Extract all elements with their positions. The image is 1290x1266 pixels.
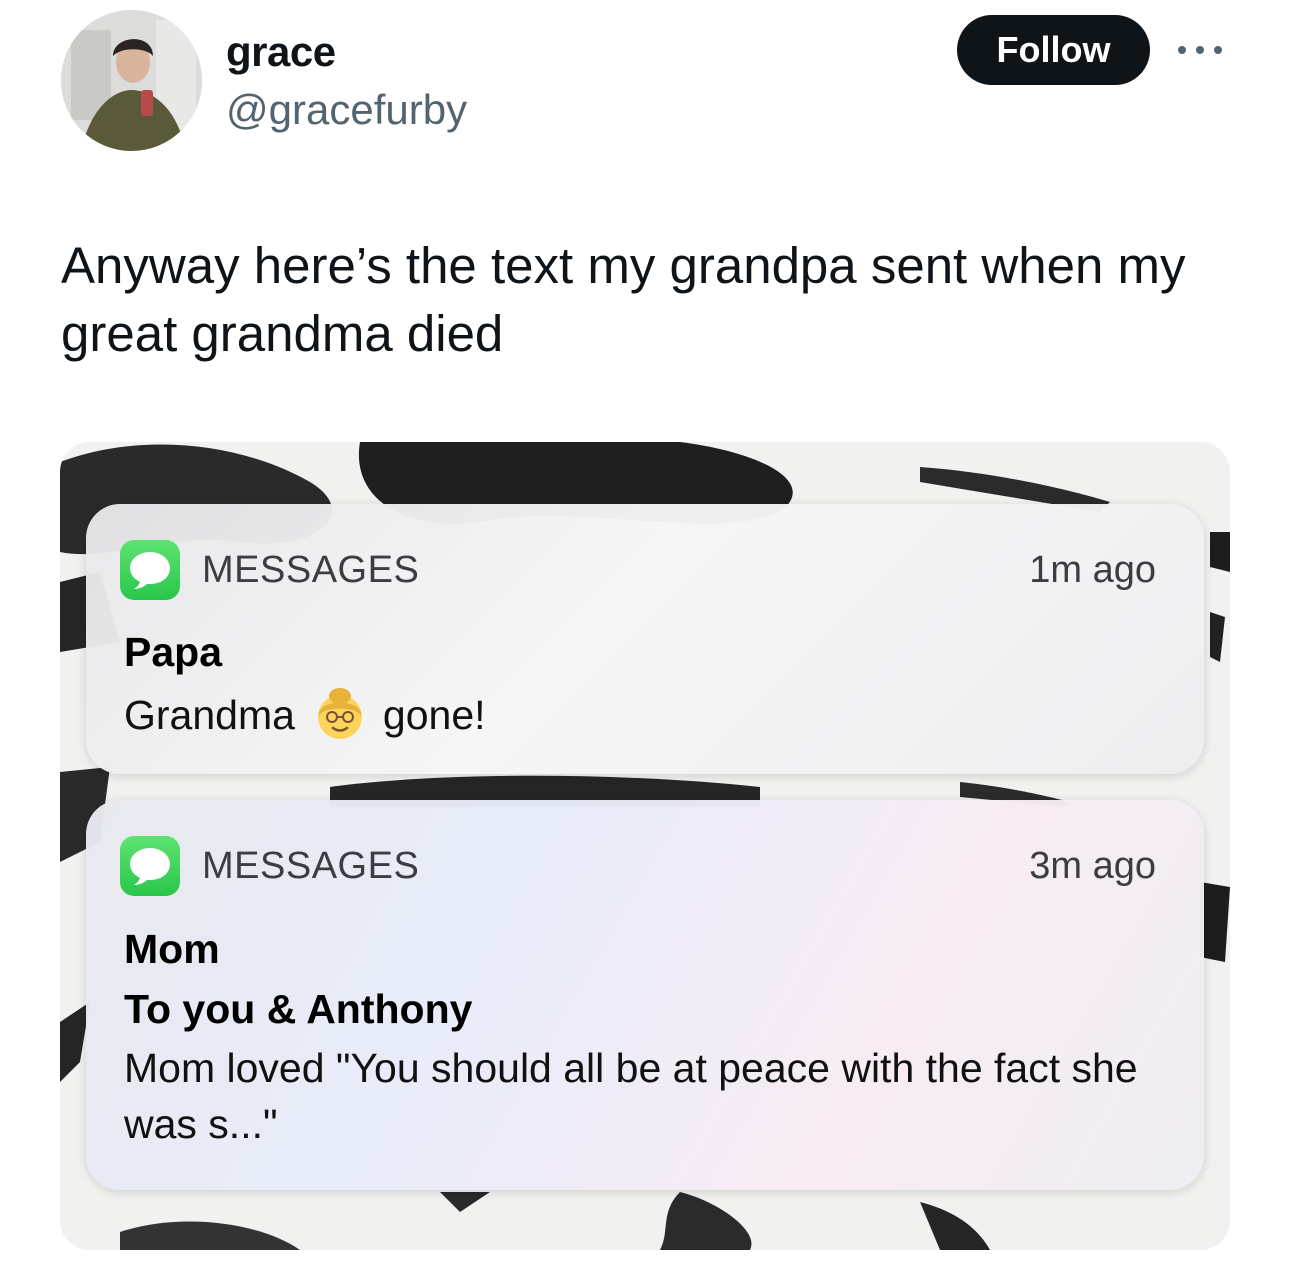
messages-app-icon <box>120 540 180 600</box>
more-options-icon[interactable] <box>1170 30 1230 70</box>
notification-card[interactable]: MESSAGES 1m ago Papa Grandma gone! <box>86 504 1204 774</box>
older-woman-emoji-icon <box>311 686 369 744</box>
notification-sender: Papa <box>124 629 222 675</box>
messages-app-icon <box>120 836 180 896</box>
notification-app-name: MESSAGES <box>202 845 420 887</box>
notification-body: Mom loved "You should all be at peace wi… <box>124 1045 1138 1147</box>
follow-button[interactable]: Follow <box>957 15 1150 85</box>
notification-sender: Mom <box>124 926 220 972</box>
notification-time: 1m ago <box>1029 549 1156 591</box>
notification-subtitle: To you & Anthony <box>124 986 473 1032</box>
notification-body-text: gone! <box>382 692 486 738</box>
avatar[interactable] <box>61 10 202 151</box>
notification-app-name: MESSAGES <box>202 549 420 591</box>
display-name[interactable]: grace <box>226 28 336 76</box>
tweet-media[interactable]: MESSAGES 1m ago Papa Grandma gone! MESSA… <box>60 442 1230 1250</box>
notification-body: Grandma gone! <box>124 686 486 744</box>
notification-body-text: Grandma <box>124 692 295 738</box>
notification-time: 3m ago <box>1029 845 1156 887</box>
handle[interactable]: @gracefurby <box>226 86 467 134</box>
tweet-text: Anyway here’s the text my grandpa sent w… <box>61 237 1186 362</box>
notification-card[interactable]: MESSAGES 3m ago Mom To you & Anthony Mom… <box>86 800 1204 1190</box>
